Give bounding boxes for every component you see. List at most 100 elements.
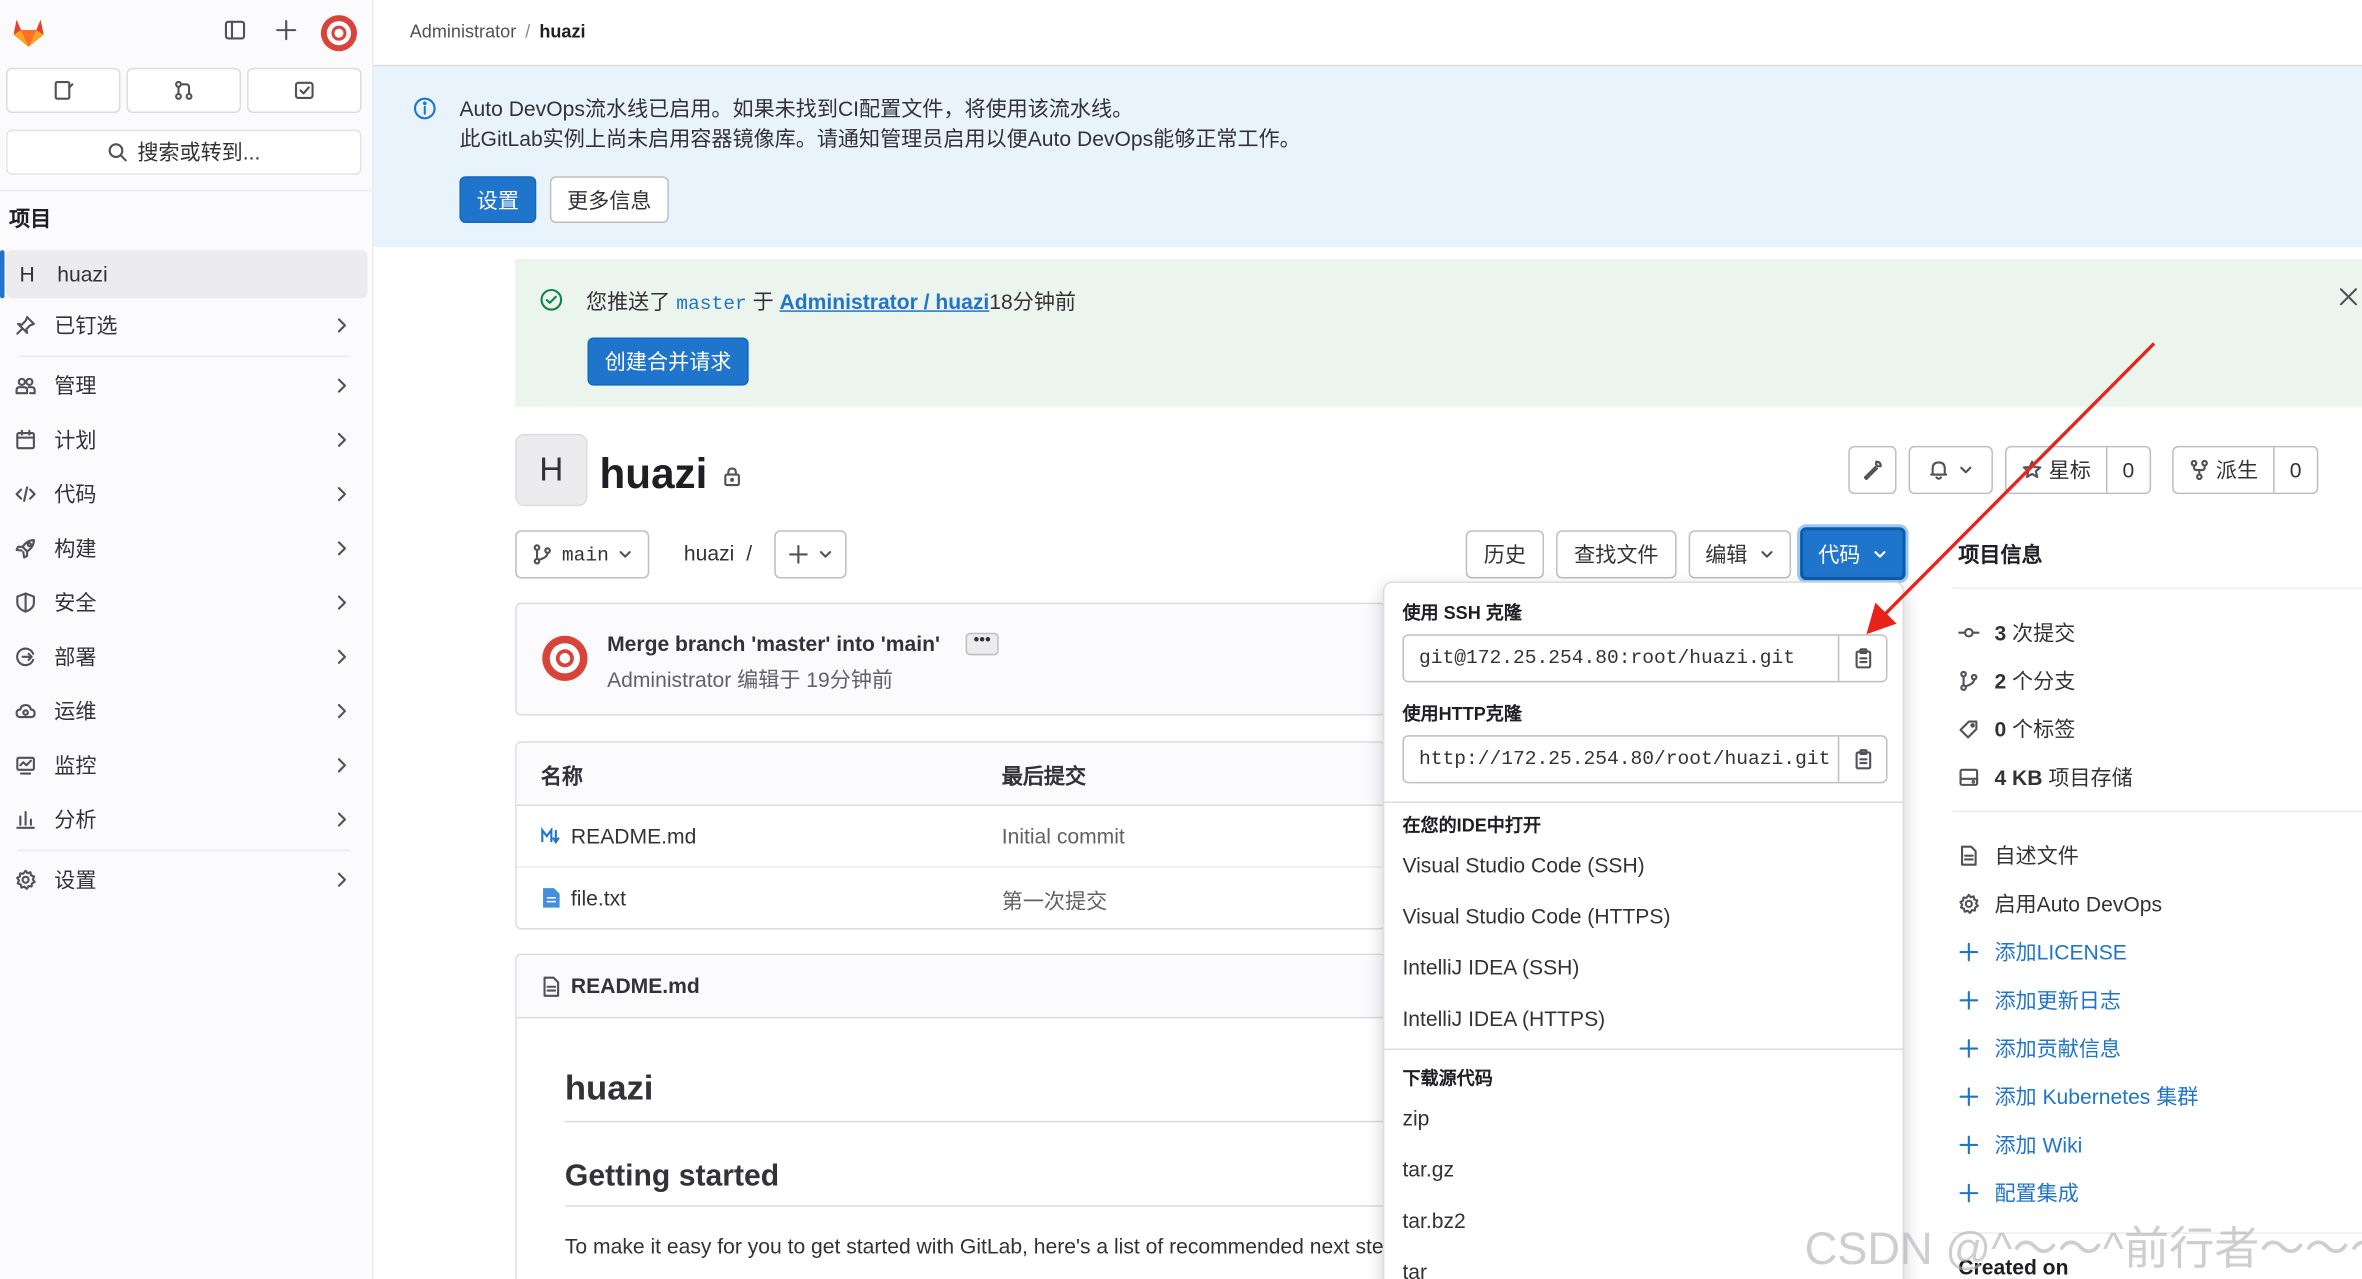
ide-intellij-ssh[interactable]: IntelliJ IDEA (SSH) [1402, 955, 1579, 979]
push-project-link[interactable]: Administrator / huazi [780, 289, 990, 313]
download-tar-gz[interactable]: tar.gz [1402, 1157, 1454, 1181]
gitlab-logo-icon[interactable] [9, 12, 48, 51]
download-zip[interactable]: zip [1402, 1106, 1429, 1130]
pin-icon [16, 316, 35, 335]
table-row[interactable]: README.md Initial commit [516, 806, 1385, 868]
ide-intellij-https[interactable]: IntelliJ IDEA (HTTPS) [1402, 1006, 1605, 1030]
auto-devops-link[interactable]: 启用Auto DevOps [1958, 889, 2162, 919]
sidebar-item-operate[interactable]: 运维 [6, 687, 368, 735]
history-button[interactable]: 历史 [1465, 530, 1545, 579]
chevron-right-icon [337, 703, 347, 719]
sidebar-item-pinned[interactable]: 已钉选 [6, 301, 368, 349]
download-tar[interactable]: tar [1402, 1259, 1427, 1279]
readme-header: README.md [516, 955, 1385, 1019]
calendar-icon [16, 429, 35, 450]
last-commit: Merge branch 'master' into 'main' ••• Ad… [515, 602, 1386, 716]
add-license-link[interactable]: 添加LICENSE [1958, 937, 2127, 967]
add-kubernetes-link[interactable]: 添加 Kubernetes 集群 [1958, 1082, 2198, 1112]
copy-http-button[interactable] [1837, 736, 1886, 782]
storage-icon [1959, 768, 1979, 786]
link-label: 自述文件 [1994, 843, 2079, 868]
fork-icon [2190, 459, 2208, 481]
table-row[interactable]: file.txt 第一次提交 [516, 868, 1385, 928]
readme-h2: Getting started [564, 1159, 780, 1194]
sidebar-item-build[interactable]: 构建 [6, 524, 368, 572]
repo-path-name[interactable]: huazi [684, 541, 734, 565]
branches-stat[interactable]: 2 个分支 [1958, 666, 2075, 696]
configure-integrations-link[interactable]: 配置集成 [1958, 1178, 2079, 1208]
file-commit[interactable]: Initial commit [1002, 824, 1125, 848]
ide-vscode-https[interactable]: Visual Studio Code (HTTPS) [1402, 904, 1670, 928]
sidebar-item-monitor[interactable]: 监控 [6, 741, 368, 789]
ide-vscode-ssh[interactable]: Visual Studio Code (SSH) [1402, 853, 1644, 877]
merge-requests-button[interactable] [126, 67, 242, 113]
breadcrumb-parent[interactable]: Administrator [410, 21, 516, 42]
readme-paragraph: To make it easy for you to get started w… [564, 1233, 1386, 1258]
sidebar-item-code[interactable]: 代码 [6, 470, 368, 518]
ssh-url-input[interactable]: git@172.25.254.80:root/huazi.git [1404, 636, 1838, 681]
file-name[interactable]: README.md [571, 824, 696, 848]
commit-expand-button[interactable]: ••• [965, 632, 999, 656]
readme-filename[interactable]: README.md [571, 973, 700, 997]
plus-icon [789, 545, 808, 564]
push-time: 18分钟前 [989, 289, 1077, 314]
file-commit[interactable]: 第一次提交 [1002, 886, 1107, 916]
add-changelog-link[interactable]: 添加更新日志 [1958, 985, 2121, 1015]
breadcrumb-current[interactable]: huazi [539, 21, 585, 42]
http-url-input[interactable]: http://172.25.254.80/root/huazi.git [1404, 737, 1838, 782]
issues-button[interactable] [6, 67, 121, 113]
commit-author-avatar[interactable] [541, 634, 589, 682]
create-merge-request-button[interactable]: 创建合并请求 [587, 337, 749, 386]
rocket-icon [15, 539, 35, 559]
sidebar-item-deploy[interactable]: 部署 [6, 633, 368, 681]
commit-title[interactable]: Merge branch 'master' into 'main' [607, 631, 940, 655]
auto-devops-alert: Auto DevOps流水线已启用。如果未找到CI配置文件，将使用该流水线。 此… [373, 66, 2362, 248]
find-file-button[interactable]: 查找文件 [1556, 530, 1677, 579]
file-icon [543, 888, 560, 908]
sidebar-item-plan[interactable]: 计划 [6, 416, 368, 464]
chevron-right-icon [337, 318, 347, 333]
fork-button[interactable]: 派生 [2174, 447, 2273, 492]
search-input[interactable]: 搜索或转到... [6, 129, 362, 175]
settings-button[interactable]: 设置 [459, 176, 537, 223]
ssh-clone-label: 使用 SSH 克隆 [1402, 602, 1522, 624]
sidebar-item-label: 管理 [54, 373, 97, 398]
fork-count[interactable]: 0 [2273, 447, 2316, 493]
close-icon[interactable] [2338, 286, 2359, 307]
sidebar-item-project[interactable]: H huazi [0, 250, 368, 299]
sidebar-item-label: huazi [57, 262, 108, 287]
file-name[interactable]: file.txt [571, 886, 626, 910]
panel-divider [1952, 810, 2362, 812]
chevron-down-icon [819, 551, 832, 558]
edit-label: 编辑 [1705, 542, 1748, 567]
annotation-arrow-icon [1866, 342, 2156, 635]
tags-stat[interactable]: 0 个标签 [1958, 714, 2075, 744]
add-file-dropdown[interactable] [774, 530, 847, 579]
sidebar-toggle-icon[interactable] [223, 18, 247, 42]
storage-stat[interactable]: 4 KB 项目存储 [1958, 762, 2133, 792]
search-icon [108, 143, 128, 162]
push-branch[interactable]: master [676, 292, 747, 315]
commit-author[interactable]: Administrator [607, 667, 731, 691]
http-clone-label: 使用HTTP克隆 [1402, 703, 1522, 725]
sidebar-item-manage[interactable]: 管理 [6, 362, 368, 410]
more-info-button[interactable]: 更多信息 [549, 176, 669, 223]
readme-link[interactable]: 自述文件 [1958, 841, 2079, 871]
dropdown-divider [1384, 801, 1903, 803]
lock-icon [724, 467, 740, 487]
add-contributing-link[interactable]: 添加贡献信息 [1958, 1033, 2121, 1063]
plus-icon [1959, 990, 1979, 1010]
todos-button[interactable] [247, 67, 362, 113]
branch-selector[interactable]: main [515, 530, 650, 579]
search-label: 搜索或转到... [137, 140, 261, 165]
download-tar-bz2[interactable]: tar.bz2 [1402, 1208, 1465, 1232]
sidebar-item-settings[interactable]: 设置 [6, 856, 368, 904]
user-avatar[interactable] [319, 14, 358, 53]
link-label: 启用Auto DevOps [1994, 891, 2163, 916]
chevron-right-icon [337, 595, 347, 610]
add-wiki-link[interactable]: 添加 Wiki [1958, 1130, 2082, 1160]
sidebar-item-security[interactable]: 安全 [6, 578, 368, 626]
edit-dropdown[interactable]: 编辑 [1688, 530, 1792, 579]
sidebar-item-analyze[interactable]: 分析 [6, 795, 368, 843]
plus-icon[interactable] [274, 18, 298, 42]
